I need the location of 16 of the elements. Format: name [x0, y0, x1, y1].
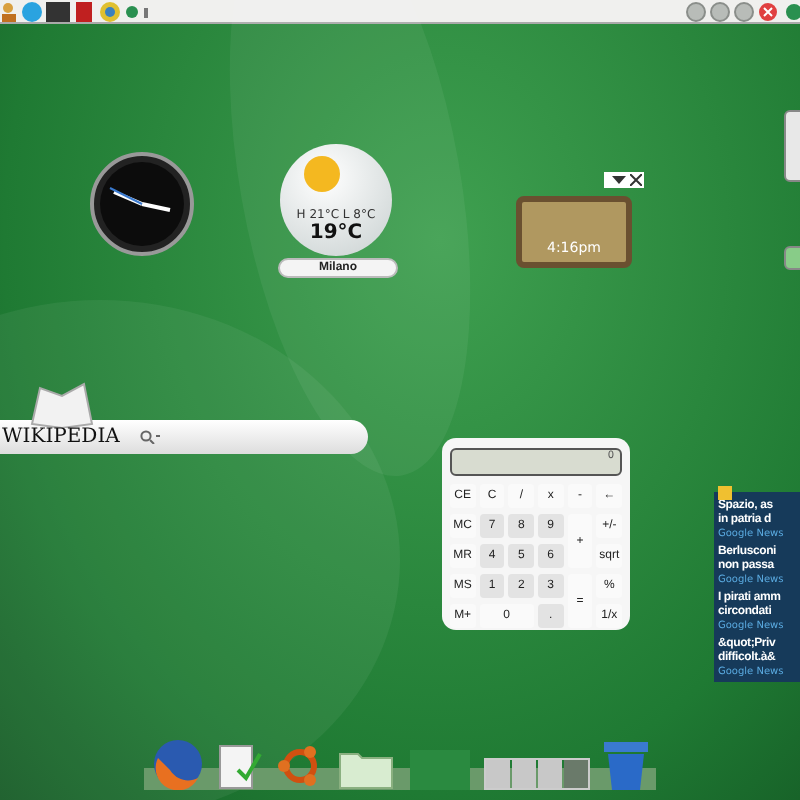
workspace-tile[interactable] [486, 760, 511, 788]
search-icon [139, 430, 160, 444]
close-icon[interactable] [630, 174, 642, 186]
note-icon [718, 486, 732, 500]
workspace-tile[interactable] [564, 760, 589, 788]
people-icon[interactable] [0, 1, 18, 21]
workspace-tile[interactable] [512, 760, 537, 788]
trash-icon[interactable] [604, 742, 649, 790]
text-editor-icon[interactable] [217, 742, 262, 790]
sun-icon [300, 152, 344, 196]
caret-icon[interactable] [612, 174, 626, 186]
workspace-tile[interactable] [538, 760, 563, 788]
open-book-icon [28, 380, 96, 428]
wikipedia-logo: WIKIPEDIA [0, 426, 120, 448]
current-temperature: 19°C [309, 222, 363, 244]
analog-clock-drawing [90, 152, 194, 256]
